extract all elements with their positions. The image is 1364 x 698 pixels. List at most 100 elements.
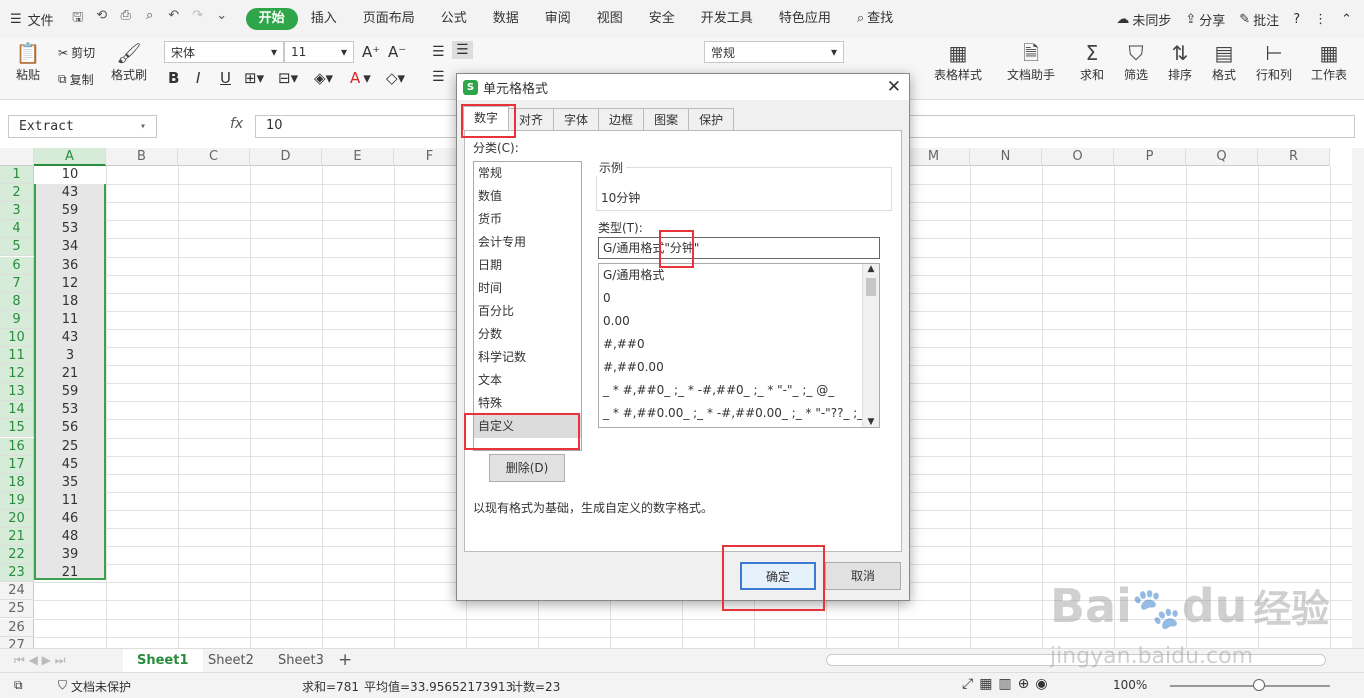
- font-size-decrease-icon[interactable]: A⁻: [388, 43, 406, 61]
- column-header-c[interactable]: C: [178, 148, 250, 166]
- font-size-select[interactable]: 11 ▾: [284, 41, 354, 63]
- cell-a[interactable]: 59: [34, 383, 106, 401]
- print-preview-icon[interactable]: ⌕: [142, 8, 158, 30]
- cell-a[interactable]: 43: [34, 184, 106, 202]
- tab-formulas[interactable]: 公式: [428, 8, 480, 30]
- cell-a[interactable]: 35: [34, 474, 106, 492]
- format-painter-icon[interactable]: ⟲: [94, 8, 110, 30]
- scroll-thumb[interactable]: [866, 278, 876, 296]
- row-header[interactable]: 14: [0, 401, 34, 420]
- type-list[interactable]: G/通用格式 0 0.00 #,##0 #,##0.00 _ * #,##0_ …: [598, 263, 880, 428]
- category-item-scientific[interactable]: 科学记数: [474, 346, 581, 369]
- row-header[interactable]: 20: [0, 509, 34, 528]
- comment-button[interactable]: ✎ 批注: [1239, 10, 1279, 29]
- add-sheet-icon[interactable]: +: [338, 650, 352, 670]
- number-format-select[interactable]: 常规 ▾: [704, 41, 844, 63]
- category-item-special[interactable]: 特殊: [474, 392, 581, 415]
- row-header[interactable]: 7: [0, 274, 34, 293]
- undo-icon[interactable]: ↶: [166, 8, 182, 30]
- close-icon[interactable]: ✕: [887, 77, 901, 97]
- doc-assistant-button[interactable]: 🗎 文档助手: [1004, 40, 1058, 83]
- column-header-o[interactable]: O: [1042, 148, 1114, 166]
- row-header[interactable]: 12: [0, 365, 34, 384]
- column-header-p[interactable]: P: [1114, 148, 1186, 166]
- border-icon[interactable]: ⊞▾: [244, 69, 264, 87]
- sync-button[interactable]: ☁ 未同步: [1116, 10, 1171, 29]
- type-item[interactable]: #,##0.00: [599, 356, 879, 379]
- tab-border[interactable]: 边框: [598, 108, 645, 130]
- tab-page-layout[interactable]: 页面布局: [350, 8, 428, 30]
- cancel-button[interactable]: 取消: [825, 562, 901, 590]
- tab-review[interactable]: 审阅: [532, 8, 584, 30]
- cell-a[interactable]: 43: [34, 329, 106, 347]
- row-header[interactable]: 16: [0, 437, 34, 456]
- font-size-increase-icon[interactable]: A⁺: [362, 43, 380, 61]
- type-list-scrollbar[interactable]: ▲ ▼: [862, 264, 879, 427]
- filter-button[interactable]: ⛉ 筛选: [1116, 40, 1156, 83]
- sum-button[interactable]: Σ 求和: [1072, 40, 1112, 83]
- row-header[interactable]: 2: [0, 184, 34, 203]
- cell-a[interactable]: 18: [34, 293, 106, 311]
- cell-a[interactable]: 21: [34, 365, 106, 383]
- bold-icon[interactable]: B: [168, 69, 179, 87]
- column-header-b[interactable]: B: [106, 148, 178, 166]
- align-top-icon[interactable]: ☰: [432, 44, 445, 60]
- search-button[interactable]: ⌕ 查找: [844, 8, 906, 30]
- cell-a[interactable]: 21: [34, 564, 106, 582]
- column-header-q[interactable]: Q: [1186, 148, 1258, 166]
- type-item[interactable]: _ * #,##0.00_ ;_ * -#,##0.00_ ;_ * "-"??…: [599, 402, 879, 425]
- row-header[interactable]: 18: [0, 473, 34, 492]
- category-item-accounting[interactable]: 会计专用: [474, 231, 581, 254]
- row-col-button[interactable]: ⊢ 行和列: [1250, 40, 1298, 83]
- dialog-titlebar[interactable]: S 单元格格式: [457, 74, 909, 100]
- file-menu[interactable]: ☰ 文件: [0, 0, 64, 38]
- corner-cell[interactable]: [0, 148, 34, 166]
- fill-color-icon[interactable]: ◈▾: [314, 69, 333, 87]
- row-header[interactable]: 6: [0, 256, 34, 275]
- cell-a[interactable]: 34: [34, 238, 106, 256]
- sheet-tab-1[interactable]: Sheet1: [123, 649, 203, 672]
- cell-a[interactable]: 36: [34, 257, 106, 275]
- tab-protection[interactable]: 保护: [688, 108, 735, 130]
- sheet-tab-2[interactable]: Sheet2: [194, 649, 268, 672]
- format-painter-button[interactable]: 🖌 格式刷: [108, 40, 150, 83]
- row-header[interactable]: 22: [0, 546, 34, 565]
- row-header[interactable]: 10: [0, 328, 34, 347]
- protect-status[interactable]: ⛉ 文档未保护: [58, 678, 131, 695]
- row-header[interactable]: 24: [0, 582, 34, 601]
- category-item-fraction[interactable]: 分数: [474, 323, 581, 346]
- cell-a[interactable]: 56: [34, 419, 106, 437]
- row-header[interactable]: 5: [0, 238, 34, 257]
- italic-icon[interactable]: I: [196, 69, 200, 87]
- collapse-ribbon-icon[interactable]: ⌃: [1341, 12, 1352, 27]
- copy-button[interactable]: ⧉ 复制: [58, 71, 94, 88]
- table-style-button[interactable]: ▦ 表格样式: [926, 40, 990, 83]
- tab-developer[interactable]: 开发工具: [688, 8, 766, 30]
- tab-pattern[interactable]: 图案: [643, 108, 690, 130]
- worksheet-button[interactable]: ▦ 工作表: [1306, 40, 1352, 83]
- name-box[interactable]: Extract ▾: [8, 115, 157, 138]
- redo-icon[interactable]: ↷: [190, 8, 206, 30]
- chevron-down-icon[interactable]: ▼: [863, 417, 879, 427]
- row-header[interactable]: 1: [0, 166, 34, 184]
- cell-a[interactable]: 53: [34, 401, 106, 419]
- category-item-date[interactable]: 日期: [474, 254, 581, 277]
- row-header[interactable]: 4: [0, 220, 34, 239]
- row-header[interactable]: 19: [0, 491, 34, 510]
- cell-a[interactable]: 10: [34, 166, 106, 184]
- underline-icon[interactable]: U: [220, 69, 231, 87]
- row-header[interactable]: 23: [0, 564, 34, 583]
- chevron-down-icon[interactable]: ⌄: [214, 8, 230, 30]
- row-header[interactable]: 3: [0, 202, 34, 221]
- tab-special[interactable]: 特色应用: [766, 8, 844, 30]
- tab-security[interactable]: 安全: [636, 8, 688, 30]
- row-header[interactable]: 13: [0, 383, 34, 402]
- row-header[interactable]: 17: [0, 455, 34, 474]
- type-item[interactable]: _ * #,##0_ ;_ * -#,##0_ ;_ * "-"_ ;_ @_: [599, 379, 879, 402]
- tab-view[interactable]: 视图: [584, 8, 636, 30]
- column-header-d[interactable]: D: [250, 148, 322, 166]
- paste-button[interactable]: 📋 粘贴: [10, 40, 46, 83]
- row-header[interactable]: 9: [0, 310, 34, 329]
- help-icon[interactable]: ?: [1293, 12, 1300, 27]
- fill-format-icon[interactable]: ⊟▾: [278, 69, 298, 87]
